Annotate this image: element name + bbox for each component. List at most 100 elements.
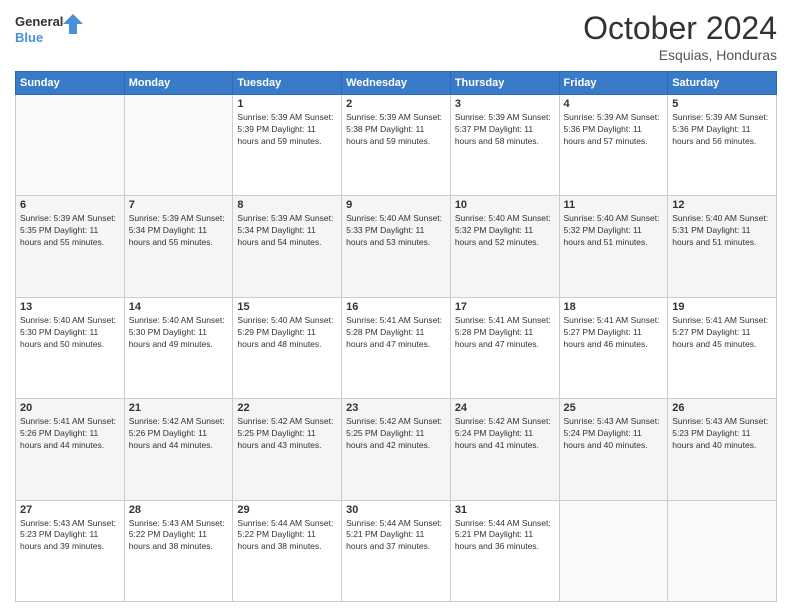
day-info: Sunrise: 5:39 AM Sunset: 5:36 PM Dayligh…: [564, 112, 664, 148]
calendar-day-cell: [559, 500, 668, 601]
calendar-day-cell: 29Sunrise: 5:44 AM Sunset: 5:22 PM Dayli…: [233, 500, 342, 601]
day-info: Sunrise: 5:40 AM Sunset: 5:33 PM Dayligh…: [346, 213, 446, 249]
day-info: Sunrise: 5:40 AM Sunset: 5:30 PM Dayligh…: [129, 315, 229, 351]
day-info: Sunrise: 5:39 AM Sunset: 5:34 PM Dayligh…: [129, 213, 229, 249]
calendar-header-cell: Wednesday: [342, 72, 451, 95]
day-info: Sunrise: 5:39 AM Sunset: 5:34 PM Dayligh…: [237, 213, 337, 249]
calendar-day-cell: 14 Sunrise: 5:40 AM Sunset: 5:30 PM Dayli…: [124, 297, 233, 398]
day-number: 31: [455, 504, 555, 516]
calendar-day-cell: 26 Sunrise: 5:43 AM Sunset: 5:23 PM Dayli…: [668, 399, 777, 500]
month-title: October 2024: [583, 10, 777, 47]
day-info: Sunrise: 5:42 AM Sunset: 5:24 PM Dayligh…: [455, 416, 555, 452]
day-number: 15: [237, 301, 337, 313]
calendar-day-cell: 4 Sunrise: 5:39 AM Sunset: 5:36 PM Daylig…: [559, 95, 668, 196]
day-info: Sunrise: 5:39 AM Sunset: 5:39 PM Dayligh…: [237, 112, 337, 148]
day-number: 2: [346, 98, 446, 110]
day-number: 19: [672, 301, 772, 313]
day-info: Sunrise: 5:42 AM Sunset: 5:26 PM Dayligh…: [129, 416, 229, 452]
day-info: Sunrise: 5:43 AM Sunset: 5:22 PM Dayligh…: [129, 518, 229, 554]
day-number: 11: [564, 199, 664, 211]
calendar-body: 1Sunrise: 5:39 AM Sunset: 5:39 PM Daylig…: [16, 95, 777, 602]
calendar-day-cell: 10 Sunrise: 5:40 AM Sunset: 5:32 PM Dayli…: [450, 196, 559, 297]
day-number: 14: [129, 301, 229, 313]
day-info: Sunrise: 5:44 AM Sunset: 5:21 PM Dayligh…: [455, 518, 555, 554]
day-number: 26: [672, 402, 772, 414]
day-info: Sunrise: 5:43 AM Sunset: 5:23 PM Dayligh…: [20, 518, 120, 554]
calendar-day-cell: 8Sunrise: 5:39 AM Sunset: 5:34 PM Daylig…: [233, 196, 342, 297]
logo: General Blue: [15, 10, 85, 48]
day-info: Sunrise: 5:39 AM Sunset: 5:36 PM Dayligh…: [672, 112, 772, 148]
calendar-day-cell: 2 Sunrise: 5:39 AM Sunset: 5:38 PM Daylig…: [342, 95, 451, 196]
calendar-day-cell: 19Sunrise: 5:41 AM Sunset: 5:27 PM Dayli…: [668, 297, 777, 398]
calendar-day-cell: 7 Sunrise: 5:39 AM Sunset: 5:34 PM Daylig…: [124, 196, 233, 297]
day-number: 16: [346, 301, 446, 313]
day-info: Sunrise: 5:40 AM Sunset: 5:32 PM Dayligh…: [455, 213, 555, 249]
day-info: Sunrise: 5:41 AM Sunset: 5:26 PM Dayligh…: [20, 416, 120, 452]
calendar-header-cell: Tuesday: [233, 72, 342, 95]
day-info: Sunrise: 5:39 AM Sunset: 5:38 PM Dayligh…: [346, 112, 446, 148]
day-number: 22: [237, 402, 337, 414]
calendar-week-row: 27 Sunrise: 5:43 AM Sunset: 5:23 PM Dayli…: [16, 500, 777, 601]
calendar-day-cell: 21 Sunrise: 5:42 AM Sunset: 5:26 PM Dayli…: [124, 399, 233, 500]
day-info: Sunrise: 5:43 AM Sunset: 5:23 PM Dayligh…: [672, 416, 772, 452]
day-info: Sunrise: 5:40 AM Sunset: 5:31 PM Dayligh…: [672, 213, 772, 249]
day-info: Sunrise: 5:40 AM Sunset: 5:29 PM Dayligh…: [237, 315, 337, 351]
header: General Blue October 2024 Esquias, Hondu…: [15, 10, 777, 63]
calendar-day-cell: 5 Sunrise: 5:39 AM Sunset: 5:36 PM Daylig…: [668, 95, 777, 196]
day-info: Sunrise: 5:42 AM Sunset: 5:25 PM Dayligh…: [237, 416, 337, 452]
calendar-header-row: SundayMondayTuesdayWednesdayThursdayFrid…: [16, 72, 777, 95]
calendar-day-cell: 22 Sunrise: 5:42 AM Sunset: 5:25 PM Dayli…: [233, 399, 342, 500]
svg-text:Blue: Blue: [15, 30, 43, 45]
calendar-day-cell: 30 Sunrise: 5:44 AM Sunset: 5:21 PM Dayli…: [342, 500, 451, 601]
calendar-day-cell: 12 Sunrise: 5:40 AM Sunset: 5:31 PM Dayli…: [668, 196, 777, 297]
calendar-day-cell: 25Sunrise: 5:43 AM Sunset: 5:24 PM Dayli…: [559, 399, 668, 500]
day-info: Sunrise: 5:41 AM Sunset: 5:28 PM Dayligh…: [455, 315, 555, 351]
calendar-day-cell: 27 Sunrise: 5:43 AM Sunset: 5:23 PM Dayli…: [16, 500, 125, 601]
day-number: 7: [129, 199, 229, 211]
day-info: Sunrise: 5:42 AM Sunset: 5:25 PM Dayligh…: [346, 416, 446, 452]
calendar-header-cell: Friday: [559, 72, 668, 95]
calendar-day-cell: [16, 95, 125, 196]
svg-text:General: General: [15, 14, 63, 29]
calendar-day-cell: 18Sunrise: 5:41 AM Sunset: 5:27 PM Dayli…: [559, 297, 668, 398]
day-info: Sunrise: 5:44 AM Sunset: 5:21 PM Dayligh…: [346, 518, 446, 554]
day-number: 27: [20, 504, 120, 516]
calendar-day-cell: 11 Sunrise: 5:40 AM Sunset: 5:32 PM Dayli…: [559, 196, 668, 297]
calendar-header-cell: Sunday: [16, 72, 125, 95]
calendar-day-cell: 6Sunrise: 5:39 AM Sunset: 5:35 PM Daylig…: [16, 196, 125, 297]
day-number: 4: [564, 98, 664, 110]
page: General Blue October 2024 Esquias, Hondu…: [0, 0, 792, 612]
day-number: 30: [346, 504, 446, 516]
day-info: Sunrise: 5:40 AM Sunset: 5:30 PM Dayligh…: [20, 315, 120, 351]
day-number: 29: [237, 504, 337, 516]
day-number: 24: [455, 402, 555, 414]
day-number: 12: [672, 199, 772, 211]
calendar-day-cell: [124, 95, 233, 196]
day-number: 10: [455, 199, 555, 211]
day-number: 23: [346, 402, 446, 414]
calendar-day-cell: 3Sunrise: 5:39 AM Sunset: 5:37 PM Daylig…: [450, 95, 559, 196]
calendar-week-row: 20 Sunrise: 5:41 AM Sunset: 5:26 PM Dayli…: [16, 399, 777, 500]
calendar-day-cell: 23 Sunrise: 5:42 AM Sunset: 5:25 PM Dayli…: [342, 399, 451, 500]
logo-svg: General Blue: [15, 10, 85, 48]
calendar-week-row: 13 Sunrise: 5:40 AM Sunset: 5:30 PM Dayli…: [16, 297, 777, 398]
day-number: 5: [672, 98, 772, 110]
calendar-day-cell: 31 Sunrise: 5:44 AM Sunset: 5:21 PM Dayli…: [450, 500, 559, 601]
day-info: Sunrise: 5:41 AM Sunset: 5:27 PM Dayligh…: [564, 315, 664, 351]
calendar-day-cell: 20 Sunrise: 5:41 AM Sunset: 5:26 PM Dayli…: [16, 399, 125, 500]
calendar-day-cell: 1Sunrise: 5:39 AM Sunset: 5:39 PM Daylig…: [233, 95, 342, 196]
calendar-day-cell: 16 Sunrise: 5:41 AM Sunset: 5:28 PM Dayli…: [342, 297, 451, 398]
day-number: 21: [129, 402, 229, 414]
day-info: Sunrise: 5:41 AM Sunset: 5:28 PM Dayligh…: [346, 315, 446, 351]
calendar-table: SundayMondayTuesdayWednesdayThursdayFrid…: [15, 71, 777, 602]
day-info: Sunrise: 5:40 AM Sunset: 5:32 PM Dayligh…: [564, 213, 664, 249]
title-block: October 2024 Esquias, Honduras: [583, 10, 777, 63]
day-info: Sunrise: 5:43 AM Sunset: 5:24 PM Dayligh…: [564, 416, 664, 452]
calendar-day-cell: 28Sunrise: 5:43 AM Sunset: 5:22 PM Dayli…: [124, 500, 233, 601]
day-number: 3: [455, 98, 555, 110]
calendar-header-cell: Thursday: [450, 72, 559, 95]
day-number: 20: [20, 402, 120, 414]
day-number: 13: [20, 301, 120, 313]
location: Esquias, Honduras: [583, 47, 777, 63]
day-number: 17: [455, 301, 555, 313]
